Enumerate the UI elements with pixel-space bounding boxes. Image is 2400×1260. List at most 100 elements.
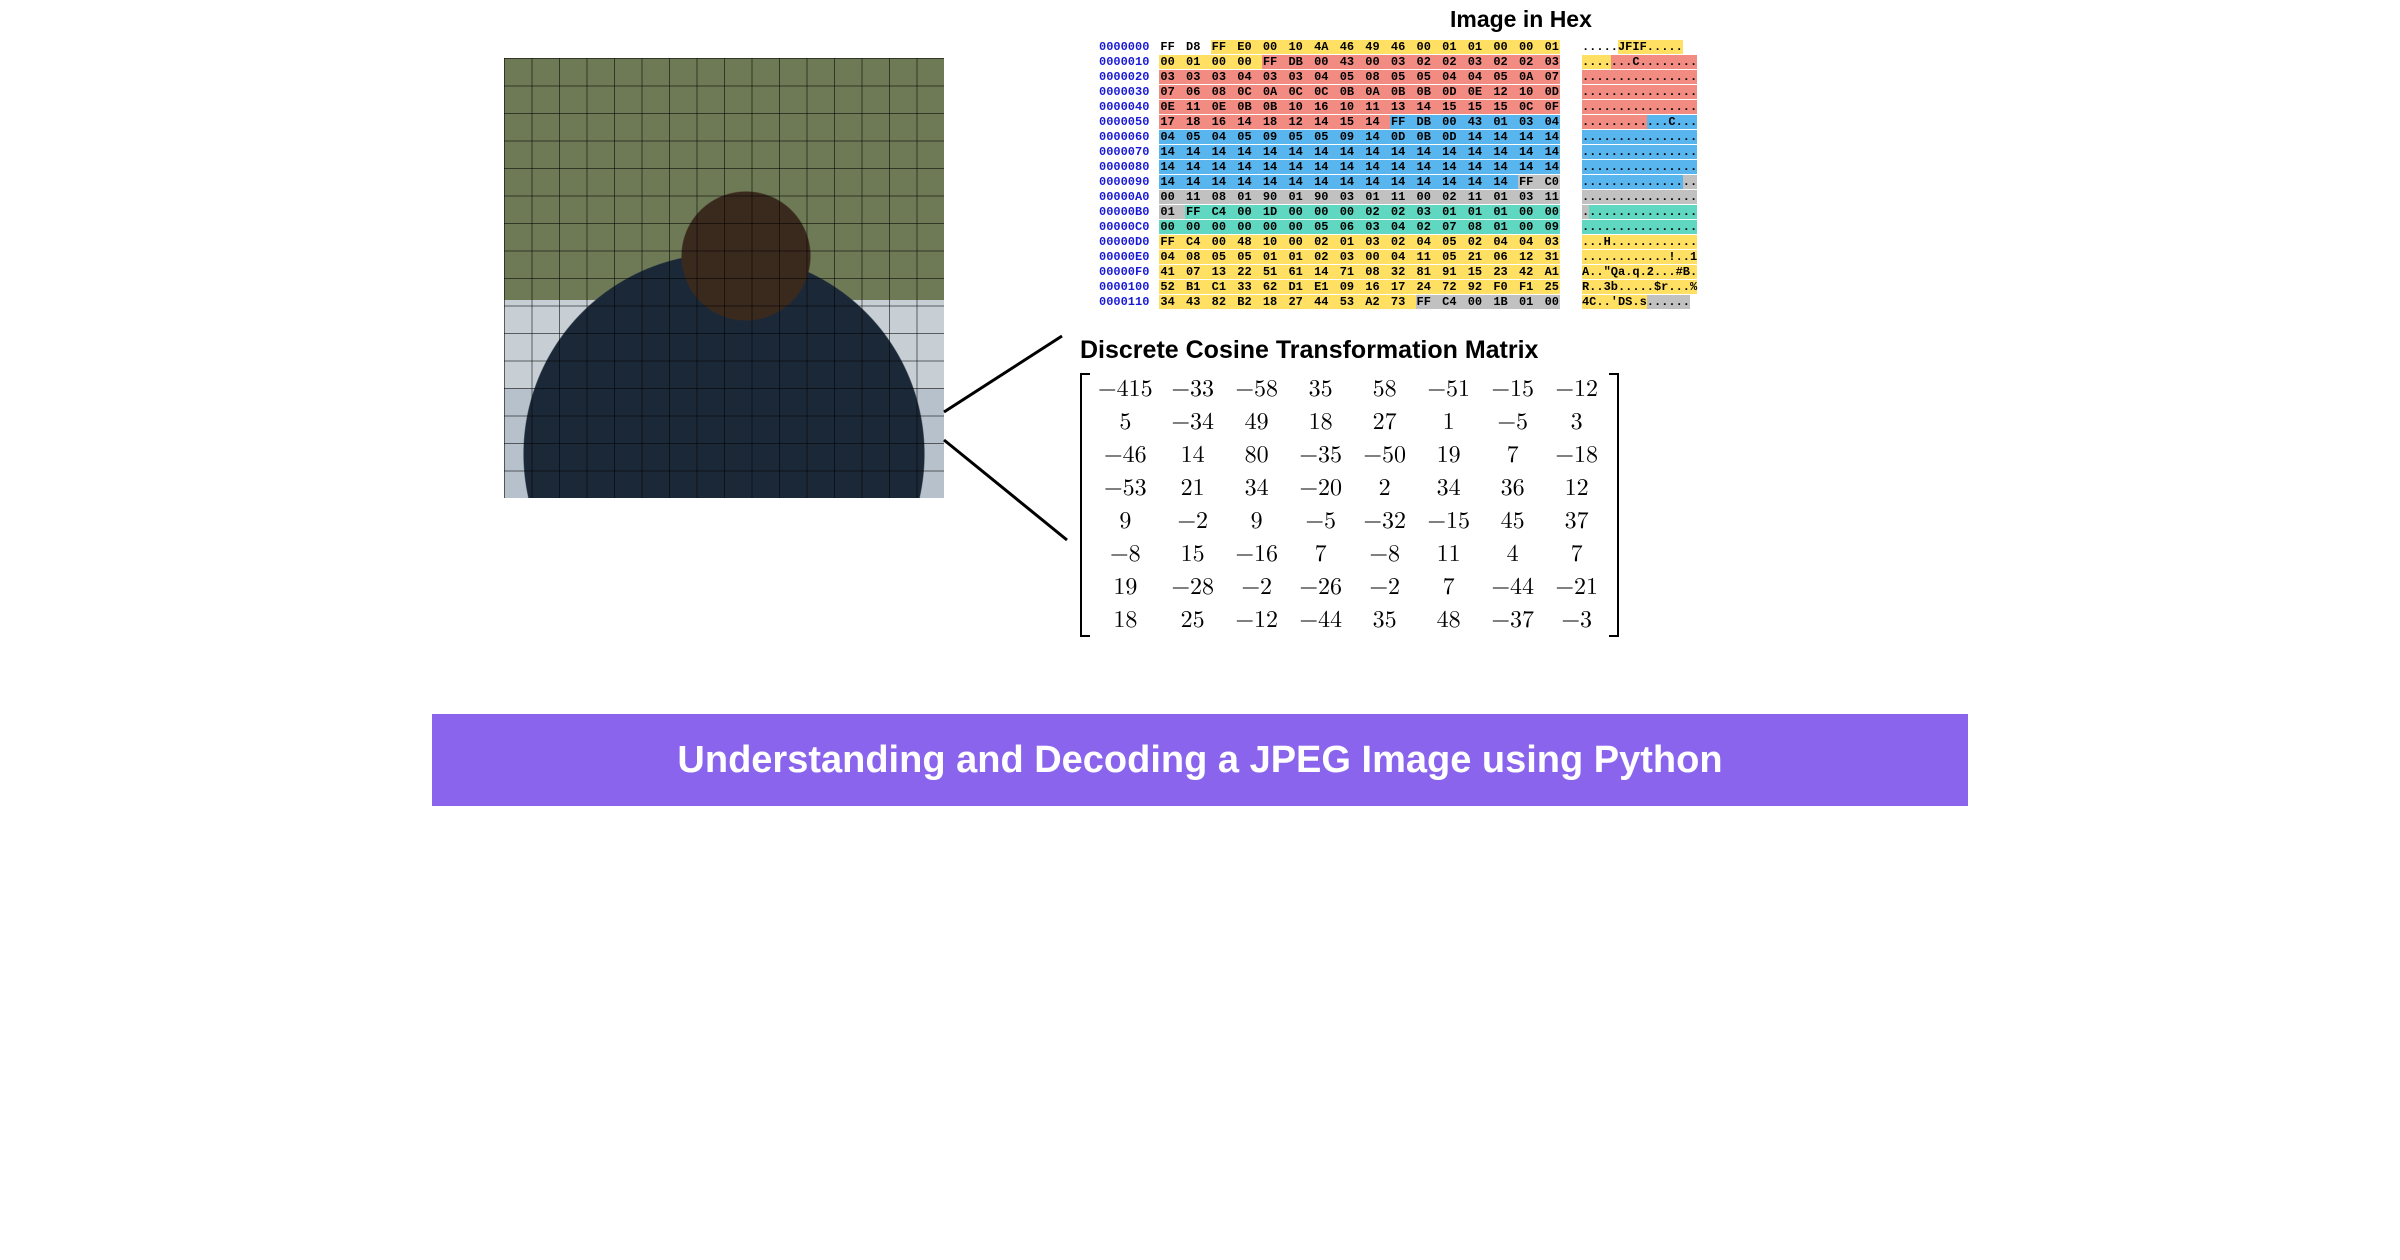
hex-byte: 12: [1287, 115, 1303, 129]
hex-byte: 14: [1262, 145, 1278, 159]
hex-byte: 15: [1492, 100, 1508, 114]
hex-byte: 14: [1364, 175, 1380, 189]
hex-byte: 05: [1313, 220, 1329, 234]
matrix-cell: −12: [1545, 373, 1609, 406]
hex-byte: 05: [1236, 130, 1252, 144]
hex-byte: 23: [1492, 265, 1508, 279]
hex-byte: 14: [1236, 160, 1252, 174]
hex-byte: 01: [1287, 190, 1303, 204]
hex-ascii-chunk: ................: [1582, 160, 1697, 174]
hex-byte: 51: [1262, 265, 1278, 279]
matrix-cell: 7: [1481, 439, 1545, 472]
hex-byte: 03: [1287, 70, 1303, 84]
hex-byte: 14: [1364, 160, 1380, 174]
hex-row: 34 43 82 B2 18 27 44 53 A2 73 FF C4 00 1…: [1159, 295, 1560, 310]
hex-byte: DB: [1287, 55, 1303, 69]
hex-byte: 16: [1364, 280, 1380, 294]
matrix-cell: −8: [1353, 538, 1417, 571]
table-row: −532134−202343612: [1090, 472, 1609, 505]
hex-byte: 61: [1287, 265, 1303, 279]
matrix-cell: 34: [1417, 472, 1481, 505]
hex-address: 0000050: [1099, 115, 1149, 130]
hex-byte: 04: [1313, 70, 1329, 84]
matrix-cell: −35: [1289, 439, 1353, 472]
hex-byte: 0D: [1441, 85, 1457, 99]
hex-byte: 14: [1211, 160, 1227, 174]
hex-ascii-row: ................: [1582, 70, 1697, 85]
hex-byte: 02: [1441, 55, 1457, 69]
hex-row: 17 18 16 14 18 12 14 15 14 FF DB 00 43 0…: [1159, 115, 1560, 130]
hex-byte: 00: [1492, 40, 1508, 54]
hex-byte: 82: [1211, 295, 1227, 309]
matrix-cell: 36: [1481, 472, 1545, 505]
hex-byte: 14: [1467, 175, 1483, 189]
hex-ascii-chunk: ...C...: [1647, 115, 1697, 129]
hex-byte: 02: [1441, 190, 1457, 204]
hex-byte: 10: [1518, 85, 1534, 99]
hex-byte: 02: [1313, 250, 1329, 264]
hex-byte: 00: [1211, 220, 1227, 234]
hex-byte: 00: [1159, 190, 1175, 204]
hex-byte: 0B: [1390, 85, 1406, 99]
hex-byte: 0D: [1544, 85, 1560, 99]
hex-byte: 17: [1159, 115, 1175, 129]
matrix-cell: 25: [1161, 604, 1225, 637]
hex-byte: 04: [1518, 235, 1534, 249]
hex-byte: A1: [1544, 265, 1560, 279]
hex-byte: 04: [1416, 235, 1432, 249]
matrix-cell: 9: [1090, 505, 1161, 538]
hex-byte: 05: [1441, 235, 1457, 249]
hex-byte: 00: [1287, 205, 1303, 219]
hex-byte: 07: [1441, 220, 1457, 234]
matrix-cell: −16: [1225, 538, 1289, 571]
hex-address: 0000060: [1099, 130, 1149, 145]
hex-byte: 05: [1441, 250, 1457, 264]
hex-byte: 01: [1339, 235, 1355, 249]
matrix-cell: −18: [1545, 439, 1609, 472]
hex-byte: 14: [1492, 160, 1508, 174]
hex-byte: 10: [1339, 100, 1355, 114]
hex-byte: 00: [1211, 55, 1227, 69]
hex-ascii-row: ................: [1582, 220, 1697, 235]
hex-byte: 15: [1467, 100, 1483, 114]
matrix-cell: 35: [1289, 373, 1353, 406]
hex-row: 14 14 14 14 14 14 14 14 14 14 14 14 14 1…: [1159, 145, 1560, 160]
matrix-cell: −33: [1161, 373, 1225, 406]
hex-byte: 14: [1236, 115, 1252, 129]
hex-ascii-chunk: .....: [1582, 40, 1618, 54]
hex-ascii-chunk: ................: [1582, 70, 1697, 84]
hex-byte: 18: [1262, 115, 1278, 129]
hex-byte: 14: [1364, 115, 1380, 129]
hex-address: 00000A0: [1099, 190, 1149, 205]
hex-address: 0000010: [1099, 55, 1149, 70]
hex-byte: 14: [1467, 145, 1483, 159]
hex-byte: 14: [1287, 160, 1303, 174]
hex-byte: 14: [1159, 160, 1175, 174]
hex-byte: 08: [1467, 220, 1483, 234]
hex-ascii-chunk: ..............: [1582, 175, 1683, 189]
matrix-cell: −28: [1161, 571, 1225, 604]
hex-byte: 12: [1492, 85, 1508, 99]
photo-with-grid: [504, 58, 944, 498]
hex-byte: 07: [1544, 70, 1560, 84]
hex-byte: 00: [1467, 295, 1483, 309]
hex-byte: 15: [1467, 265, 1483, 279]
hex-byte: 03: [1339, 250, 1355, 264]
hex-byte: 03: [1185, 70, 1201, 84]
hex-byte: FF: [1211, 40, 1227, 54]
hex-ascii-row: R..3b.....$r...%: [1582, 280, 1697, 295]
hex-byte: C4: [1211, 205, 1227, 219]
matrix-cell: 19: [1417, 439, 1481, 472]
hex-byte: 09: [1544, 220, 1560, 234]
hex-row: 00 11 08 01 90 01 90 03 01 11 00 02 11 0…: [1159, 190, 1560, 205]
hex-byte: 08: [1185, 250, 1201, 264]
matrix-cell: −5: [1481, 406, 1545, 439]
hex-byte: 52: [1159, 280, 1175, 294]
hex-byte: 14: [1416, 175, 1432, 189]
hex-byte: 33: [1236, 280, 1252, 294]
hex-byte: A2: [1364, 295, 1380, 309]
hex-byte: 14: [1544, 145, 1560, 159]
hex-byte: 0C: [1236, 85, 1252, 99]
hex-byte: 18: [1185, 115, 1201, 129]
hex-byte: 43: [1467, 115, 1483, 129]
